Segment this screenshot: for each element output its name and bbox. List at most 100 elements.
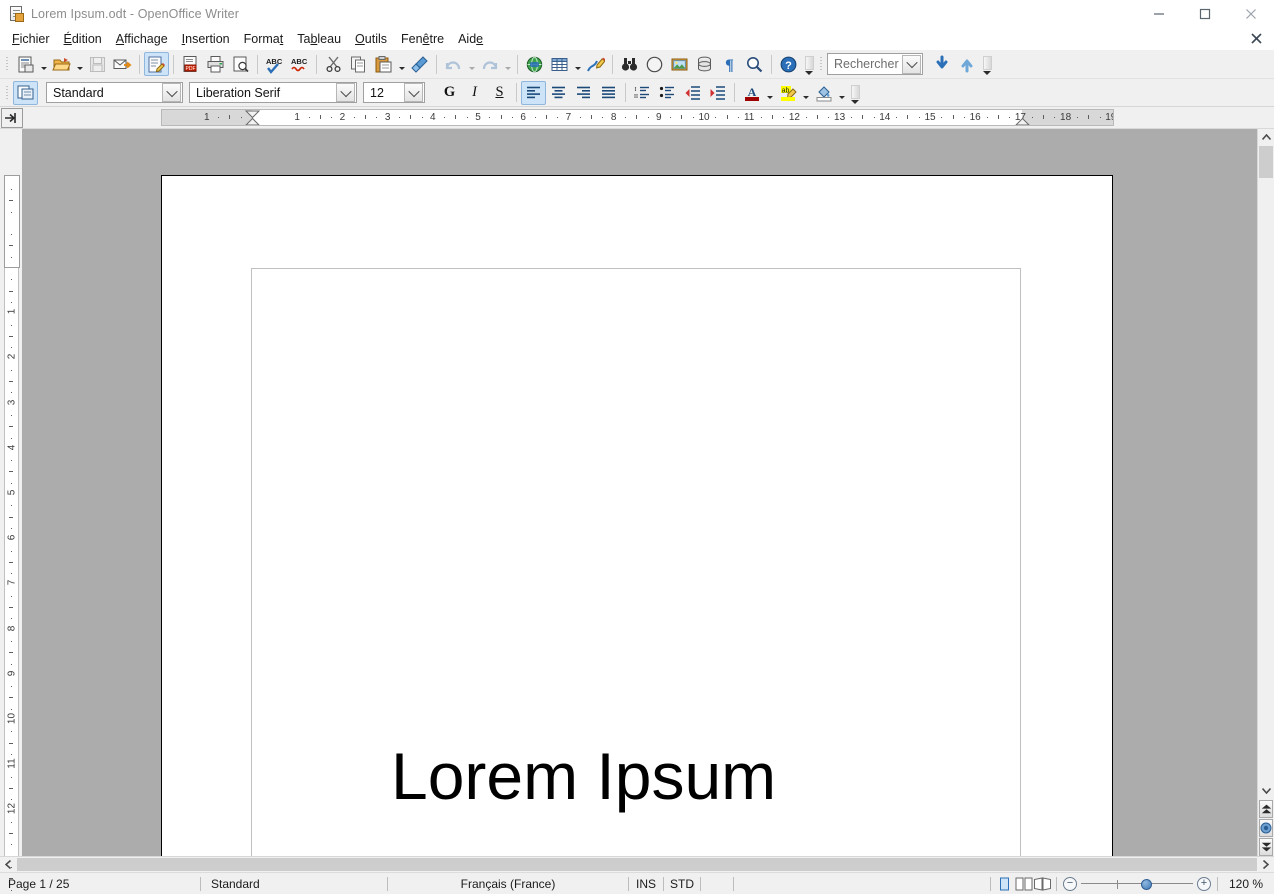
status-page-info[interactable]: Page 1 / 25 (0, 873, 200, 894)
navigator-icon[interactable] (642, 52, 667, 76)
maximize-button[interactable] (1182, 0, 1228, 27)
vertical-scroll-track[interactable] (1258, 146, 1274, 782)
standard-toolbar-overflow-icon[interactable] (803, 51, 815, 77)
draw-functions-icon[interactable] (583, 52, 608, 76)
status-language[interactable]: Français (France) (388, 873, 628, 894)
horizontal-scrollbar[interactable] (0, 856, 1274, 872)
export-pdf-icon[interactable]: PDF (178, 52, 203, 76)
menu-edition[interactable]: Édition (57, 29, 109, 49)
formatting-toolbar-grip[interactable] (3, 82, 11, 104)
horizontal-ruler[interactable]: 112345678910111213141516171819 (161, 109, 1114, 126)
status-page-style[interactable]: Standard (201, 873, 387, 894)
insert-table-dropdown[interactable] (572, 52, 583, 76)
menu-aide[interactable]: Aide (451, 29, 490, 49)
menu-outils[interactable]: Outils (348, 29, 394, 49)
save-icon[interactable] (85, 52, 110, 76)
scroll-up-icon[interactable] (1258, 129, 1274, 146)
zoom-value[interactable]: 120 % (1218, 873, 1274, 894)
highlighting-icon[interactable]: ab (775, 81, 800, 105)
search-input[interactable]: Rechercher (827, 53, 923, 75)
open-file-icon[interactable] (49, 52, 74, 76)
menu-affichage[interactable]: Affichage (109, 29, 175, 49)
zoom-out-icon[interactable]: − (1063, 877, 1077, 891)
undo-icon[interactable] (441, 52, 466, 76)
single-page-view-icon[interactable] (995, 875, 1014, 892)
align-justify-icon[interactable] (596, 81, 621, 105)
scroll-right-icon[interactable] (1257, 857, 1274, 872)
background-color-icon[interactable] (811, 81, 836, 105)
menu-insertion[interactable]: Insertion (175, 29, 237, 49)
search-toolbar-overflow-icon[interactable] (981, 51, 993, 77)
redo-icon[interactable] (477, 52, 502, 76)
font-color-dropdown[interactable] (764, 81, 775, 105)
print-icon[interactable] (203, 52, 228, 76)
decrease-indent-icon[interactable] (680, 81, 705, 105)
previous-page-icon[interactable] (1259, 800, 1273, 818)
left-indent-marker[interactable] (244, 110, 261, 126)
font-name-combo[interactable]: Liberation Serif (189, 82, 357, 103)
font-name-dropdown-icon[interactable] (336, 83, 355, 102)
search-dropdown-icon[interactable] (902, 55, 921, 74)
align-center-icon[interactable] (546, 81, 571, 105)
close-button[interactable] (1228, 0, 1274, 27)
open-file-dropdown[interactable] (74, 52, 85, 76)
font-size-combo[interactable]: 12 (363, 82, 425, 103)
toolbar-grip[interactable] (3, 53, 11, 75)
underline-button[interactable]: S (487, 81, 512, 104)
print-preview-icon[interactable] (228, 52, 253, 76)
menu-fichier[interactable]: FFichierichier (5, 29, 57, 49)
font-size-dropdown-icon[interactable] (404, 83, 423, 102)
italic-button[interactable]: I (462, 81, 487, 104)
vertical-scroll-thumb[interactable] (1259, 146, 1273, 178)
toolbar-grip-search[interactable] (817, 53, 825, 75)
document-canvas[interactable]: Lorem Ipsum (22, 129, 1257, 856)
insert-table-icon[interactable] (547, 52, 572, 76)
paragraph-style-dropdown-icon[interactable] (162, 83, 181, 102)
tab-left-icon[interactable] (1, 108, 23, 128)
scroll-left-icon[interactable] (0, 857, 17, 872)
formatting-marks-icon[interactable]: ¶ (717, 52, 742, 76)
document-page[interactable]: Lorem Ipsum (161, 175, 1113, 856)
background-color-dropdown[interactable] (836, 81, 847, 105)
clone-formatting-icon[interactable] (407, 52, 432, 76)
align-right-icon[interactable] (571, 81, 596, 105)
bold-button[interactable]: G (437, 81, 462, 104)
ordered-list-icon[interactable]: I II (630, 81, 655, 105)
find-replace-icon[interactable] (617, 52, 642, 76)
copy-icon[interactable] (346, 52, 371, 76)
new-document-dropdown[interactable] (38, 52, 49, 76)
scroll-down-icon[interactable] (1258, 782, 1274, 799)
vertical-scrollbar[interactable] (1257, 129, 1274, 856)
status-insert-mode[interactable]: INS (629, 873, 663, 894)
multi-page-view-icon[interactable] (1014, 875, 1033, 892)
data-sources-icon[interactable] (692, 52, 717, 76)
undo-dropdown[interactable] (466, 52, 477, 76)
redo-dropdown[interactable] (502, 52, 513, 76)
right-indent-marker[interactable] (1014, 118, 1031, 126)
menu-fenetre[interactable]: Fenêtre (394, 29, 451, 49)
unordered-list-icon[interactable] (655, 81, 680, 105)
minimize-button[interactable] (1136, 0, 1182, 27)
formatting-toolbar-overflow-icon[interactable] (849, 80, 861, 106)
edit-mode-icon[interactable] (144, 52, 169, 76)
status-digital-signature[interactable] (701, 873, 733, 894)
font-color-icon[interactable]: A (739, 81, 764, 105)
cut-icon[interactable] (321, 52, 346, 76)
new-document-icon[interactable] (13, 52, 38, 76)
zoom-icon[interactable] (742, 52, 767, 76)
vertical-ruler[interactable]: 123456789101112 (0, 129, 22, 856)
highlighting-dropdown[interactable] (800, 81, 811, 105)
document-title-text[interactable]: Lorem Ipsum (391, 736, 776, 816)
autospellcheck-icon[interactable]: ABC (287, 52, 312, 76)
status-selection-mode[interactable]: STD (664, 873, 700, 894)
hyperlink-icon[interactable] (522, 52, 547, 76)
paste-icon[interactable] (371, 52, 396, 76)
apply-style-icon[interactable] (13, 81, 38, 105)
status-modified-indicator[interactable] (734, 873, 990, 894)
book-view-icon[interactable] (1033, 875, 1052, 892)
menu-format[interactable]: Format (237, 29, 291, 49)
find-previous-button[interactable] (954, 52, 979, 76)
paste-dropdown[interactable] (396, 52, 407, 76)
horizontal-scroll-thumb[interactable] (17, 858, 1257, 871)
zoom-slider[interactable] (1077, 876, 1197, 892)
